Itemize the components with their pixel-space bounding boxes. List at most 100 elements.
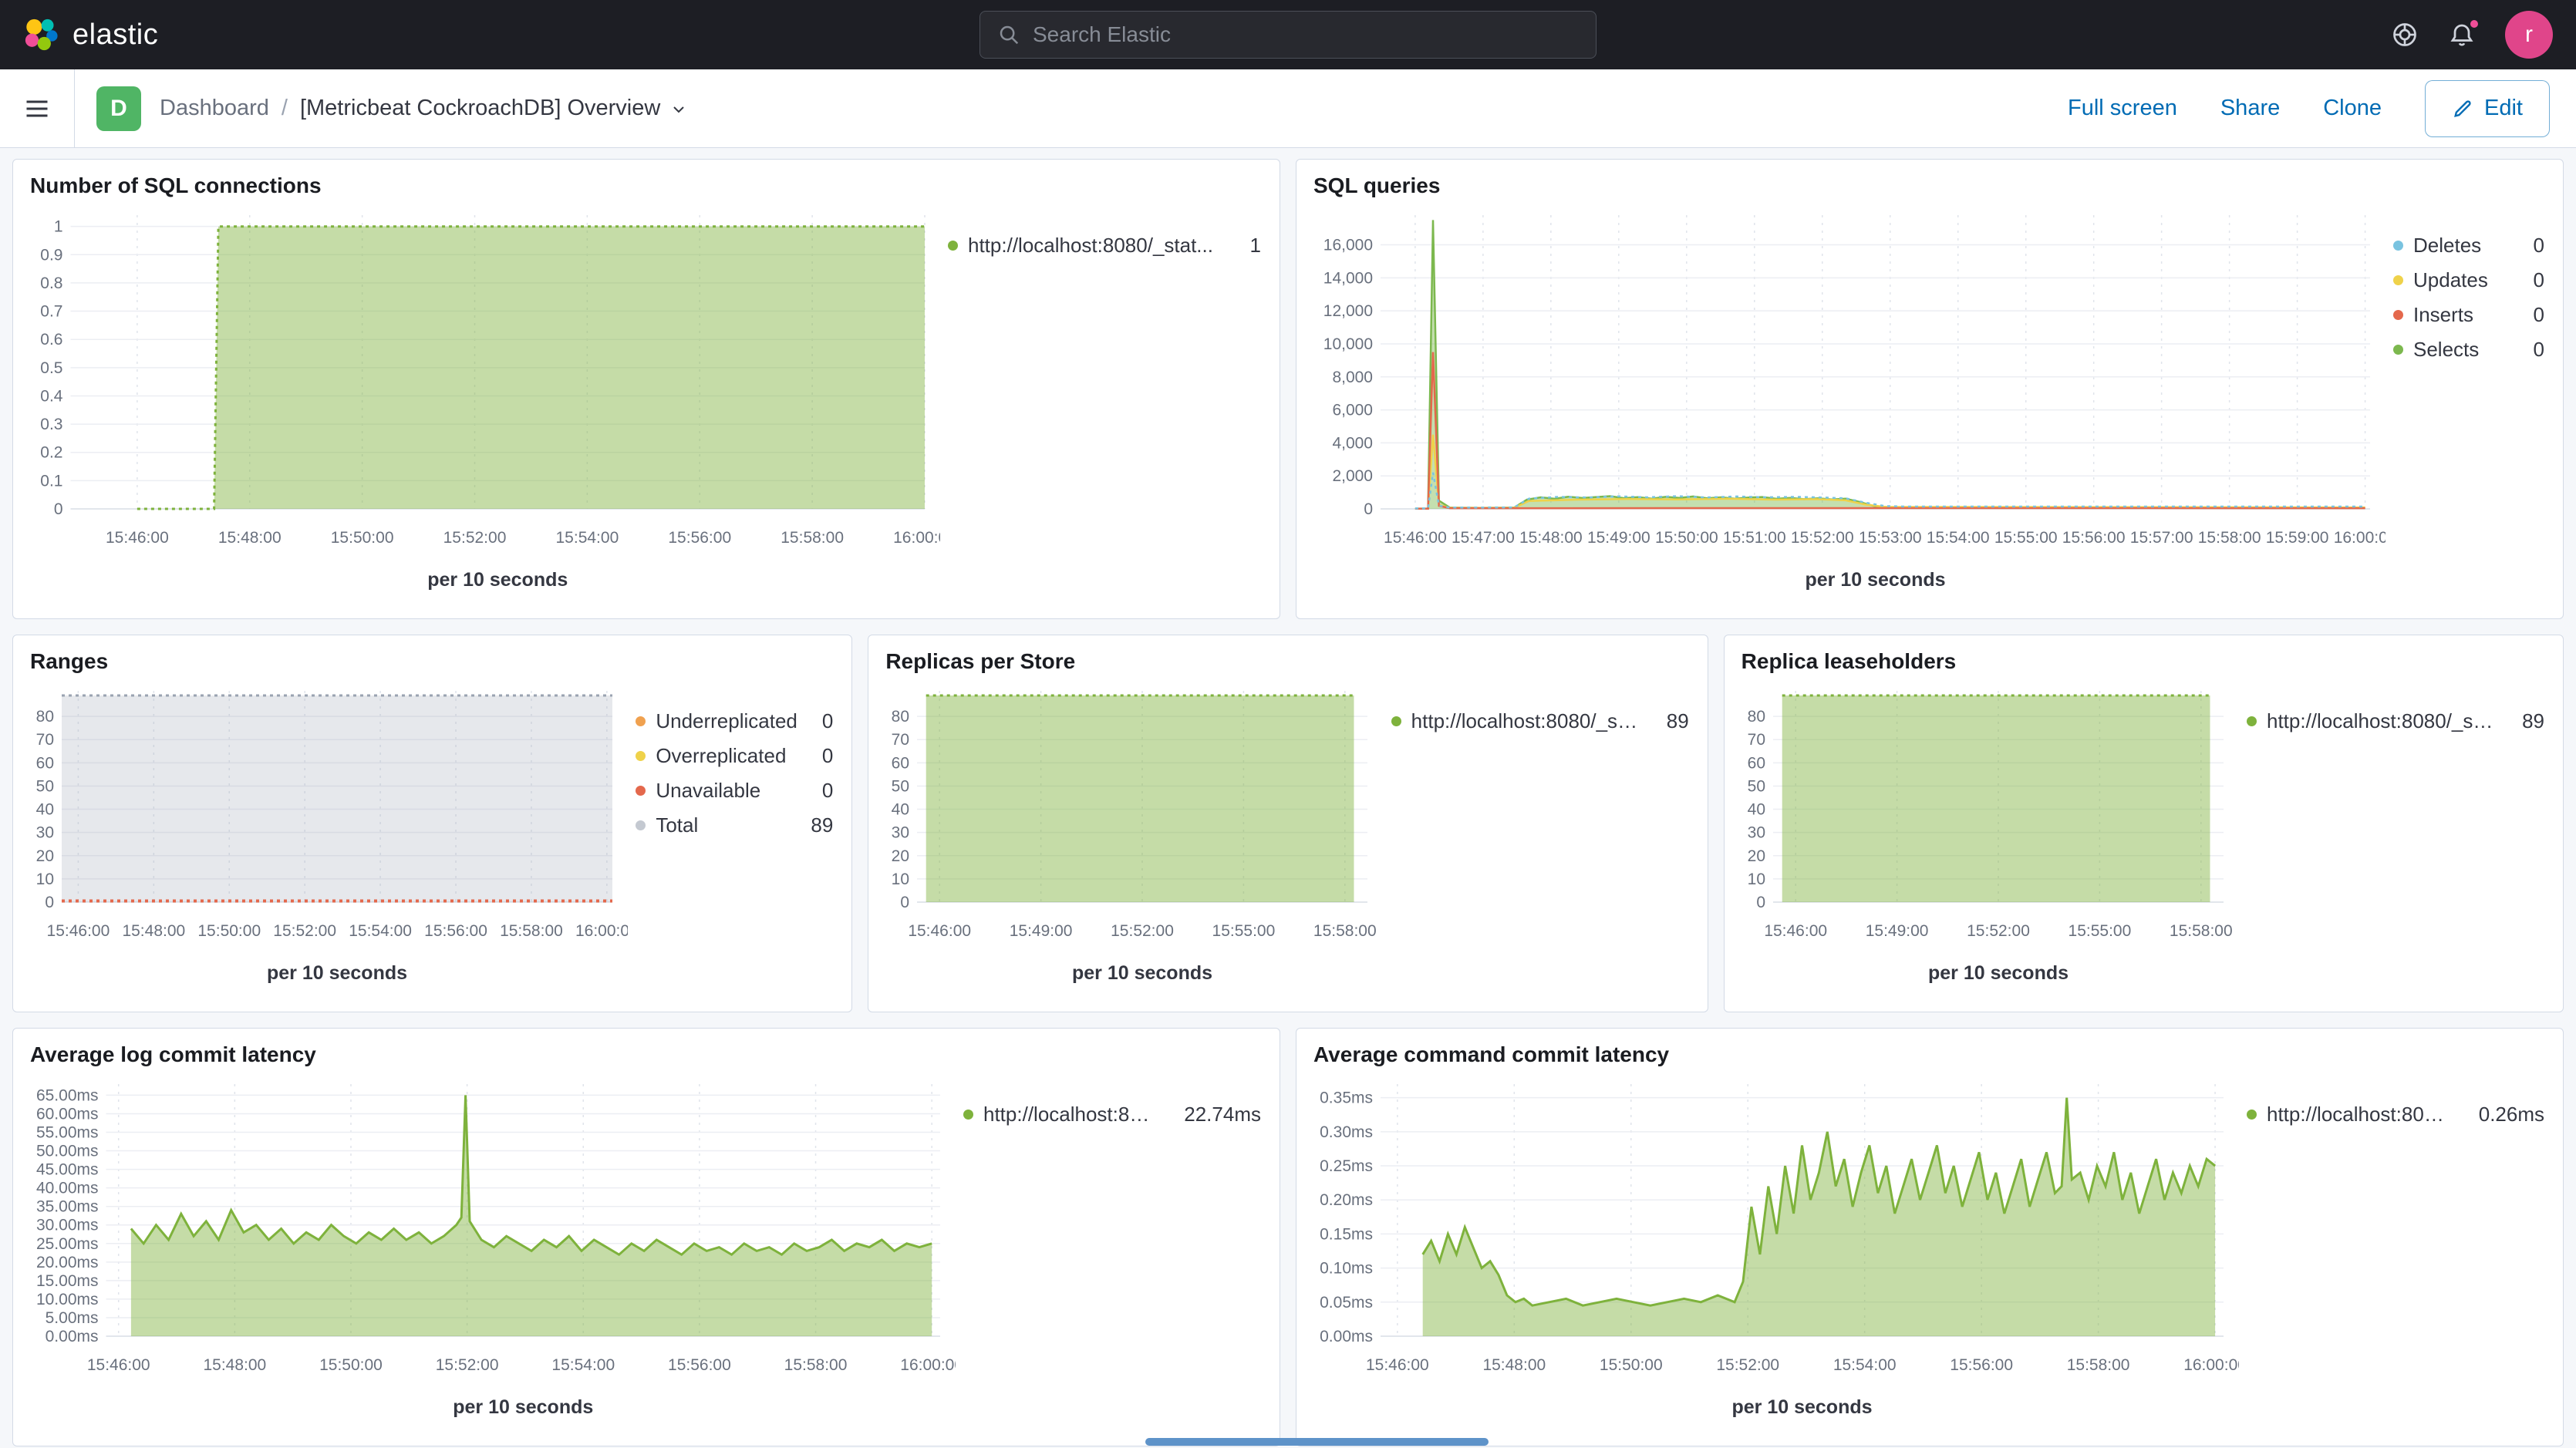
svg-text:30: 30 — [1747, 824, 1765, 842]
svg-text:15:52:00: 15:52:00 — [443, 529, 507, 547]
legend-series-value: 22.74ms — [1170, 1103, 1261, 1126]
legend-series-value: 0.26ms — [2465, 1103, 2544, 1126]
svg-text:0.15ms: 0.15ms — [1320, 1225, 1373, 1243]
legend-series-value: 0 — [2520, 268, 2544, 292]
legend-item[interactable]: http://localhost:8080...0.26ms — [2247, 1103, 2544, 1126]
svg-text:10: 10 — [892, 870, 909, 888]
panel-title[interactable]: SQL queries — [1313, 173, 2547, 198]
svg-text:15:54:00: 15:54:00 — [1927, 529, 1990, 547]
svg-text:15:48:00: 15:48:00 — [1482, 1356, 1546, 1374]
svg-text:15:49:00: 15:49:00 — [1010, 922, 1073, 940]
toolbar-divider — [74, 69, 75, 147]
elastic-logo[interactable]: elastic — [23, 17, 158, 52]
svg-text:15:55:00: 15:55:00 — [2068, 922, 2131, 940]
svg-text:0: 0 — [1364, 500, 1373, 518]
legend-item[interactable]: Inserts0 — [2393, 303, 2544, 327]
legend-item[interactable]: Overreplicated0 — [636, 744, 833, 768]
panel-ranges: Ranges 15:46:0015:48:0015:50:0015:52:001… — [12, 635, 852, 1012]
breadcrumb-dashboard-link[interactable]: Dashboard — [160, 96, 269, 121]
panel-title[interactable]: Average log commit latency — [30, 1042, 1264, 1067]
svg-text:20: 20 — [1747, 847, 1765, 865]
svg-text:14,000: 14,000 — [1323, 269, 1373, 287]
full-screen-button[interactable]: Full screen — [2068, 96, 2177, 121]
chart-log-commit-latency[interactable]: 15:46:0015:48:0015:50:0015:52:0015:54:00… — [29, 1072, 956, 1435]
chart-sql-queries[interactable]: 15:46:0015:47:0015:48:0015:49:0015:50:00… — [1312, 203, 2385, 608]
clone-button[interactable]: Clone — [2323, 96, 2382, 121]
panel-title[interactable]: Average command commit latency — [1313, 1042, 2547, 1067]
legend-item[interactable]: http://localhost:808...22.74ms — [963, 1103, 1261, 1126]
legend-item[interactable]: http://localhost:8080/_stat...1 — [948, 234, 1261, 258]
legend-dot-icon — [963, 1110, 973, 1120]
svg-text:45.00ms: 45.00ms — [36, 1161, 99, 1179]
legend-item[interactable]: Selects0 — [2393, 338, 2544, 362]
edit-button[interactable]: Edit — [2425, 80, 2550, 137]
legend-series-name: Unavailable — [656, 779, 760, 803]
svg-text:15:46:00: 15:46:00 — [106, 529, 169, 547]
legend-dot-icon — [2247, 716, 2257, 726]
legend-dot-icon — [2393, 345, 2403, 355]
svg-text:40: 40 — [892, 801, 909, 819]
page-title-text: [Metricbeat CockroachDB] Overview — [300, 96, 660, 121]
dashboard-row-3: Average log commit latency 15:46:0015:48… — [12, 1028, 2564, 1446]
panel-title[interactable]: Number of SQL connections — [30, 173, 1264, 198]
edit-button-label: Edit — [2484, 96, 2523, 121]
user-avatar[interactable]: r — [2505, 11, 2553, 59]
legend-dot-icon — [636, 820, 646, 830]
legend-series-value: 0 — [2520, 303, 2544, 327]
space-badge[interactable]: D — [96, 86, 141, 131]
chart-command-commit-latency[interactable]: 15:46:0015:48:0015:50:0015:52:0015:54:00… — [1312, 1072, 2239, 1435]
legend-series-value: 89 — [2508, 709, 2544, 733]
chart-sql-connections[interactable]: 15:46:0015:48:0015:50:0015:52:0015:54:00… — [29, 203, 940, 608]
notifications-bell-icon[interactable] — [2448, 21, 2476, 49]
dashboard-row-1: Number of SQL connections 15:46:0015:48:… — [12, 159, 2564, 619]
search-input[interactable] — [1033, 22, 1579, 47]
notification-badge-dot — [2468, 18, 2480, 30]
svg-text:70: 70 — [36, 731, 54, 749]
menu-hamburger-icon[interactable] — [0, 95, 74, 123]
svg-text:15:53:00: 15:53:00 — [1859, 529, 1922, 547]
legend-item[interactable]: Updates0 — [2393, 268, 2544, 292]
panel-log-commit-latency: Average log commit latency 15:46:0015:48… — [12, 1028, 1280, 1446]
svg-text:0.25ms: 0.25ms — [1320, 1157, 1373, 1175]
svg-text:50.00ms: 50.00ms — [36, 1143, 99, 1160]
chart-replica-leaseholders[interactable]: 15:46:0015:49:0015:52:0015:55:0015:58:00… — [1740, 679, 2239, 1001]
legend-dot-icon — [2393, 310, 2403, 320]
svg-text:0.6: 0.6 — [40, 331, 62, 349]
legend-item[interactable]: http://localhost:8080/_sta...89 — [1391, 709, 1689, 733]
panel-replica-leaseholders: Replica leaseholders 15:46:0015:49:0015:… — [1724, 635, 2564, 1012]
legend-series-name: Deletes — [2413, 234, 2481, 258]
horizontal-scrollbar-thumb[interactable] — [1145, 1438, 1489, 1446]
chevron-down-icon — [669, 99, 688, 118]
svg-text:10: 10 — [1747, 870, 1765, 888]
page-title[interactable]: [Metricbeat CockroachDB] Overview — [300, 96, 688, 121]
legend-item[interactable]: Deletes 0 — [2393, 234, 2544, 258]
svg-text:50: 50 — [1747, 777, 1765, 795]
legend-item[interactable]: Total89 — [636, 813, 833, 837]
legend-item[interactable]: Unavailable0 — [636, 779, 833, 803]
legend-item[interactable]: http://localhost:8080/_sta...89 — [2247, 709, 2544, 733]
legend-series-value: 0 — [2520, 234, 2544, 258]
svg-text:0.5: 0.5 — [40, 359, 62, 377]
svg-text:15:58:00: 15:58:00 — [1313, 922, 1377, 940]
svg-text:4,000: 4,000 — [1332, 434, 1373, 452]
svg-text:0.20ms: 0.20ms — [1320, 1191, 1373, 1209]
svg-text:15:52:00: 15:52:00 — [1716, 1356, 1779, 1374]
svg-text:15:50:00: 15:50:00 — [331, 529, 394, 547]
svg-text:15:46:00: 15:46:00 — [1384, 529, 1447, 547]
chart-replicas-per-store[interactable]: 15:46:0015:49:0015:52:0015:55:0015:58:00… — [884, 679, 1383, 1001]
svg-text:15:46:00: 15:46:00 — [1366, 1356, 1429, 1374]
chart-ranges[interactable]: 15:46:0015:48:0015:50:0015:52:0015:54:00… — [29, 679, 628, 1001]
share-button[interactable]: Share — [2220, 96, 2280, 121]
panel-title[interactable]: Ranges — [30, 649, 836, 674]
svg-text:15:52:00: 15:52:00 — [1967, 922, 2030, 940]
svg-text:0.2: 0.2 — [40, 444, 62, 462]
global-search[interactable] — [979, 11, 1597, 59]
panel-title[interactable]: Replicas per Store — [885, 649, 1691, 674]
legend-item[interactable]: Underreplicated0 — [636, 709, 833, 733]
svg-text:25.00ms: 25.00ms — [36, 1235, 99, 1253]
help-icon[interactable] — [2391, 21, 2419, 49]
panel-replicas-per-store: Replicas per Store 15:46:0015:49:0015:52… — [868, 635, 1708, 1012]
panel-command-commit-latency: Average command commit latency 15:46:00 1… — [1296, 1028, 2564, 1446]
svg-text:15:58:00: 15:58:00 — [500, 922, 563, 940]
panel-title[interactable]: Replica leaseholders — [1741, 649, 2547, 674]
